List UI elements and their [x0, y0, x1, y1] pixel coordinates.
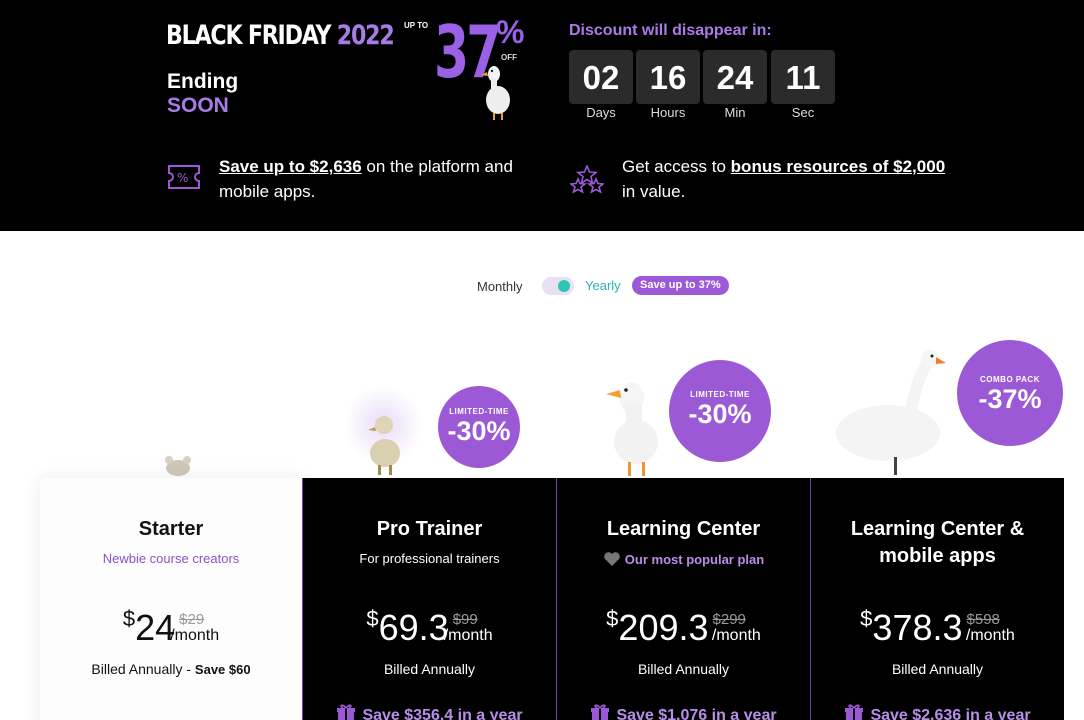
up-to-label: UP TO [404, 21, 429, 30]
plan-name: Learning Center [606, 518, 761, 540]
plan-card-learning-center-mobile: Learning Center & mobile apps $378.3 $598… [810, 478, 1064, 720]
countdown-minutes: 24 [703, 50, 767, 104]
countdown-seconds: 11 [771, 50, 835, 104]
perk-bonus-text: Get access to bonus resources of $2,000 … [622, 157, 946, 201]
old-price: $29 [179, 611, 205, 628]
save-per-year: Save $1,076 in a year [557, 703, 810, 720]
plan-price: $378.3 $598/month [860, 606, 1015, 648]
old-price: $598 [966, 611, 1000, 628]
countdown-seconds-label: Sec [791, 105, 815, 120]
billed-annually: Billed Annually - Save $60 [91, 661, 251, 677]
plan-subtitle: For professional trainers [359, 551, 500, 566]
mouse-mascot-icon [165, 456, 191, 476]
countdown-hours: 16 [636, 50, 700, 104]
plan-card-learning-center: Learning Center Our most popular plan $2… [556, 478, 810, 720]
plan-name: Learning Center & mobile apps [850, 518, 1025, 567]
billed-annually: Billed Annually [637, 661, 730, 677]
discount-bubble-combo: COMBO PACK -37% [957, 340, 1063, 446]
toggle-knob [558, 280, 570, 292]
save-per-year: Save $2,636 in a year [811, 703, 1064, 720]
yearly-option[interactable]: Yearly [585, 278, 621, 293]
save-up-to-badge: Save up to 37% [632, 276, 729, 295]
bonus-resources-link[interactable]: bonus resources of $2,000 [731, 157, 945, 176]
plan-name: Pro Trainer [376, 518, 483, 540]
black-friday-title: BLACK FRIDAY 2022 [166, 20, 395, 51]
savings-link[interactable]: Save up to $2,636 [219, 157, 362, 176]
discount-ticket-icon: % [168, 165, 200, 189]
promo-banner: BLACK FRIDAY 2022 Ending SOON UP TO 37 %… [0, 0, 1084, 231]
popular-plan-label: Our most popular plan [557, 551, 810, 567]
heart-icon [603, 552, 620, 566]
duck-mascot-icon [481, 66, 510, 120]
percent-sign: % [496, 14, 525, 50]
billed-annually: Billed Annually [891, 661, 984, 677]
svg-text:%: % [177, 171, 188, 185]
plan-name: Starter [138, 518, 204, 540]
perk-savings-text: Save up to $2,636 on the platform and mo… [219, 157, 513, 201]
duck-mascot-icon [606, 382, 658, 476]
old-price: $299 [712, 611, 746, 628]
plan-card-pro-trainer: Pro Trainer For professional trainers $6… [302, 478, 556, 720]
billing-toggle-switch[interactable] [542, 277, 574, 295]
plan-price: $209.3 $299/month [606, 606, 761, 648]
old-price: $99 [452, 611, 478, 628]
save-per-year: Save $356.4 in a year [303, 703, 556, 720]
monthly-option[interactable]: Monthly [477, 279, 523, 294]
countdown-label: Discount will disappear in: [569, 22, 772, 39]
ending-soon-text: Ending SOON [167, 70, 239, 117]
plan-subtitle: Newbie course creators [102, 551, 240, 566]
billed-annually: Billed Annually [383, 661, 476, 677]
countdown-hours-label: Hours [650, 105, 686, 120]
plan-card-starter: Starter Newbie course creators $24 $29/mo… [40, 478, 302, 720]
discount-bubble-pro: LIMITED-TIME -30% [438, 386, 520, 468]
gosling-mascot-icon [368, 416, 400, 475]
countdown-days: 02 [569, 50, 633, 104]
discount-bubble-learning: LIMITED-TIME -30% [669, 360, 771, 462]
stars-icon [570, 165, 604, 194]
countdown-minutes-label: Min [724, 105, 746, 120]
swan-mascot-icon [836, 350, 946, 475]
gift-icon [591, 704, 610, 720]
countdown-days-label: Days [586, 105, 616, 120]
plan-price: $24 $29/month [122, 606, 220, 648]
gift-icon [845, 704, 864, 720]
gift-icon [337, 704, 356, 720]
plan-price: $69.3 $99/month [366, 606, 493, 648]
